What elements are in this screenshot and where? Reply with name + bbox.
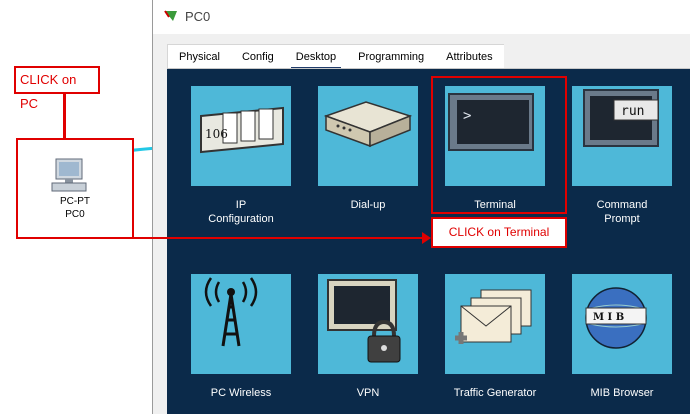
modem-icon xyxy=(323,101,413,148)
terminal-icon: > xyxy=(448,93,534,151)
app-label: Traffic Generator xyxy=(453,387,537,399)
prompt-glyph: > xyxy=(463,108,471,124)
pc-name-label: PC0 xyxy=(65,209,85,220)
ip-config-icon: 106 xyxy=(200,106,284,154)
window-title: PC0 xyxy=(185,9,211,24)
app-label: PC Wireless xyxy=(210,387,272,399)
annotation-arrowhead xyxy=(422,232,431,244)
mib-browser-icon: M I B xyxy=(585,287,647,349)
app-pc-wireless[interactable]: PC Wireless xyxy=(191,274,291,400)
app-terminal-tile[interactable]: > Terminal xyxy=(445,86,545,212)
tab-desktop[interactable]: Desktop xyxy=(285,45,347,69)
app-vpn[interactable]: VPN xyxy=(318,274,418,400)
traffic-generator-icon xyxy=(455,289,532,344)
command-prompt-icon: run xyxy=(583,89,659,147)
app-ip-configuration[interactable]: 106 IP Configuration xyxy=(191,86,291,226)
app-label: MIB Browser xyxy=(590,387,654,399)
title-bar[interactable]: PC0 xyxy=(153,0,690,34)
app-dial-up[interactable]: Dial-up xyxy=(318,86,418,212)
tab-attributes[interactable]: Attributes xyxy=(435,45,503,69)
app-label: Command Prompt xyxy=(596,199,648,225)
app-command-prompt[interactable]: run Command Prompt xyxy=(572,86,672,226)
app-label: IP Configuration xyxy=(208,199,274,225)
pc-device[interactable]: PC-PT PC0 xyxy=(16,138,134,239)
annotation-arrow xyxy=(134,237,424,239)
pc-model-label: PC-PT xyxy=(60,196,90,207)
click-terminal-annotation: CLICK on Terminal xyxy=(431,217,567,248)
mib-text: M I B xyxy=(593,312,624,323)
device-window: PC0 Physical Config Desktop Programming … xyxy=(152,0,690,414)
app-mib-browser[interactable]: M I B MIB Browser xyxy=(572,274,672,400)
click-pc-annotation: CLICK on PC xyxy=(14,66,100,111)
topology-workspace: CLICK on PC PC-PT PC0 xyxy=(0,0,160,414)
app-traffic-generator[interactable]: Traffic Generator xyxy=(445,274,545,400)
app-label: Terminal xyxy=(474,199,516,211)
tab-physical[interactable]: Physical xyxy=(168,45,231,69)
app-label: VPN xyxy=(356,387,380,399)
ip-octet-text: 106 xyxy=(205,127,228,141)
app-label: Dial-up xyxy=(350,199,386,211)
tab-config[interactable]: Config xyxy=(231,45,285,69)
run-text: run xyxy=(621,104,644,119)
wireless-tower-icon xyxy=(204,277,258,347)
annotation-connector xyxy=(63,94,66,138)
vpn-lock-icon xyxy=(327,279,401,363)
tab-bar: Physical Config Desktop Programming Attr… xyxy=(167,44,504,69)
pc-icon xyxy=(51,158,87,192)
packet-tracer-icon xyxy=(164,10,177,21)
tab-programming[interactable]: Programming xyxy=(347,45,435,69)
